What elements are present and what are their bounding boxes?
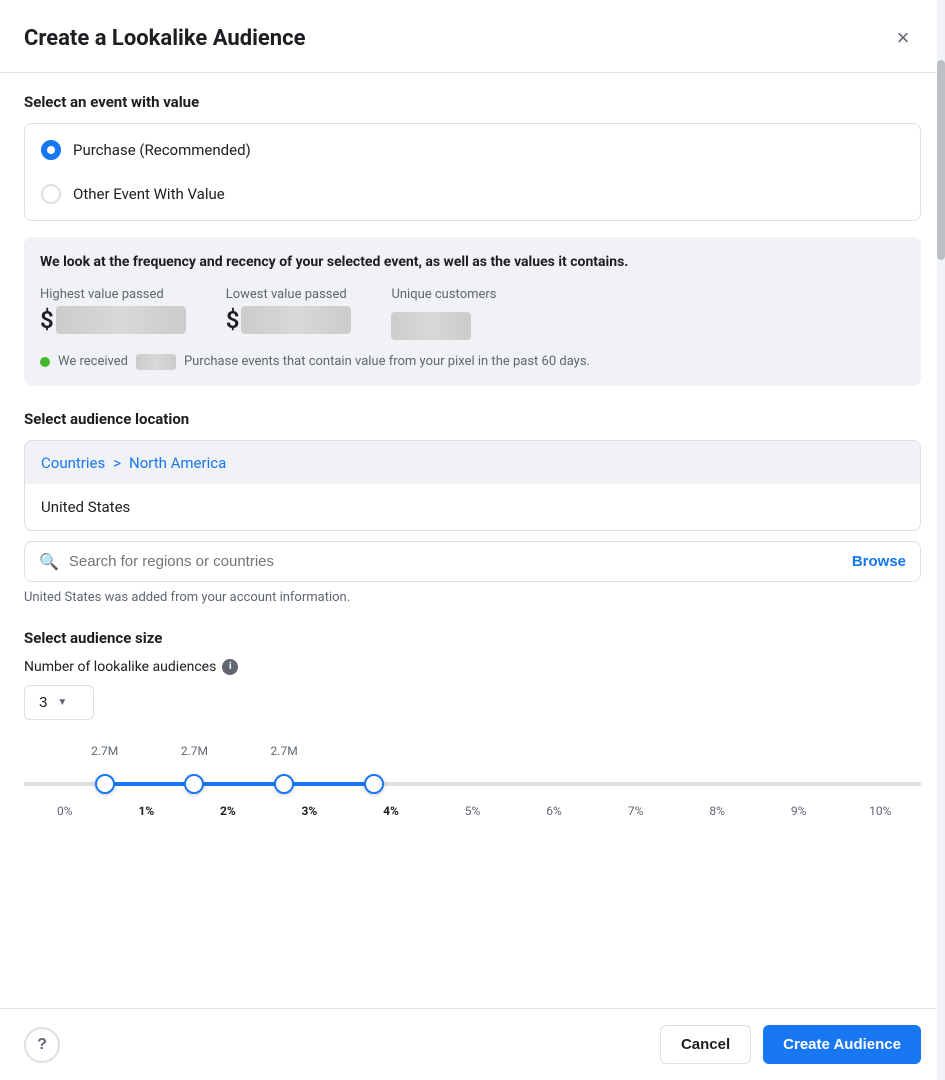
search-input[interactable] <box>69 553 852 570</box>
metrics-row: Highest value passed $ Lowest value pass… <box>40 287 905 340</box>
option-other[interactable]: Other Event With Value <box>25 172 920 216</box>
slider-thumb-4[interactable] <box>364 774 384 794</box>
search-icon: 🔍 <box>39 552 59 571</box>
location-note: United States was added from your accoun… <box>24 590 921 605</box>
option-purchase-label: Purchase (Recommended) <box>73 141 251 159</box>
modal-header: Create a Lookalike Audience × <box>0 0 945 73</box>
metric-unique: Unique customers <box>391 287 496 340</box>
search-row: 🔍 Browse <box>24 541 921 582</box>
blurred-lowest <box>241 306 351 334</box>
modal-body: Select an event with value Purchase (Rec… <box>0 73 945 1008</box>
green-dot-icon <box>40 357 50 367</box>
selected-country: United States <box>24 484 921 531</box>
chevron-down-icon: ▼ <box>57 697 67 708</box>
breadcrumb-countries[interactable]: Countries <box>41 454 105 472</box>
slider-top-labels: 2.7M 2.7M 2.7M <box>24 744 921 768</box>
pct-7: 7% <box>595 804 677 818</box>
location-section-title: Select audience location <box>24 410 921 428</box>
pct-6: 6% <box>513 804 595 818</box>
dropdown-value: 3 <box>39 694 47 711</box>
slider-track-fill <box>105 782 374 786</box>
size-section-title: Select audience size <box>24 629 921 647</box>
info-icon[interactable]: i <box>222 659 238 675</box>
footer-actions: Cancel Create Audience <box>660 1025 921 1064</box>
metric-unique-value <box>391 306 496 340</box>
slider-thumb-3[interactable] <box>274 774 294 794</box>
metric-highest-value: $ <box>40 306 186 334</box>
slider-section: 2.7M 2.7M 2.7M 0% 1% 2% <box>24 744 921 818</box>
modal-footer: ? Cancel Create Audience <box>0 1008 945 1080</box>
radio-other[interactable] <box>41 184 61 204</box>
pixel-note-prefix: We received <box>58 354 128 369</box>
close-button[interactable]: × <box>885 20 921 56</box>
pixel-note-suffix: Purchase events that contain value from … <box>184 354 590 369</box>
pct-9: 9% <box>758 804 840 818</box>
slider-thumb-1[interactable] <box>95 774 115 794</box>
metric-highest: Highest value passed $ <box>40 287 186 334</box>
slider-track-container <box>24 772 921 796</box>
cancel-button[interactable]: Cancel <box>660 1025 751 1064</box>
blurred-unique <box>391 312 471 340</box>
event-section-title: Select an event with value <box>24 93 921 111</box>
audience-count-dropdown[interactable]: 3 ▼ <box>24 685 94 720</box>
size-subtitle: Number of lookalike audiences i <box>24 659 921 675</box>
event-radio-group: Purchase (Recommended) Other Event With … <box>24 123 921 221</box>
event-info-box: We look at the frequency and recency of … <box>24 237 921 386</box>
metric-lowest-value: $ <box>226 306 352 334</box>
breadcrumb-separator: > <box>113 454 121 472</box>
location-section: Select audience location Countries > Nor… <box>24 410 921 605</box>
modal-title: Create a Lookalike Audience <box>24 26 305 51</box>
browse-button[interactable]: Browse <box>852 553 906 570</box>
info-box-title: We look at the frequency and recency of … <box>40 253 905 273</box>
slider-top-label-3: 2.7M <box>271 744 298 758</box>
blurred-highest <box>56 306 186 334</box>
metric-highest-label: Highest value passed <box>40 287 186 302</box>
option-other-label: Other Event With Value <box>73 185 225 203</box>
metric-lowest: Lowest value passed $ <box>226 287 352 334</box>
pct-5: 5% <box>432 804 514 818</box>
pct-10: 10% <box>839 804 921 818</box>
pct-1: 1% <box>106 804 188 818</box>
pct-4: 4% <box>350 804 432 818</box>
blurred-count <box>136 354 176 370</box>
metric-unique-label: Unique customers <box>391 287 496 302</box>
size-subtitle-text: Number of lookalike audiences <box>24 659 216 675</box>
pct-3: 3% <box>269 804 351 818</box>
pixel-info: We received Purchase events that contain… <box>40 354 905 370</box>
modal: Create a Lookalike Audience × Select an … <box>0 0 945 1080</box>
scrollbar-track <box>937 0 945 1080</box>
scrollbar-thumb[interactable] <box>937 60 945 260</box>
pct-2: 2% <box>187 804 269 818</box>
breadcrumb-region[interactable]: North America <box>129 454 226 472</box>
slider-top-label-2: 2.7M <box>181 744 208 758</box>
pct-0: 0% <box>24 804 106 818</box>
dollar-sign-lowest: $ <box>226 306 240 334</box>
radio-purchase[interactable] <box>41 140 61 160</box>
slider-top-label-1: 2.7M <box>91 744 118 758</box>
location-breadcrumb: Countries > North America <box>24 440 921 484</box>
metric-lowest-label: Lowest value passed <box>226 287 352 302</box>
slider-bottom-labels: 0% 1% 2% 3% 4% 5% 6% 7% 8% 9% 10% <box>24 804 921 818</box>
pct-8: 8% <box>676 804 758 818</box>
option-purchase[interactable]: Purchase (Recommended) <box>25 128 920 172</box>
help-button[interactable]: ? <box>24 1027 60 1063</box>
dollar-sign-highest: $ <box>40 306 54 334</box>
audience-size-section: Select audience size Number of lookalike… <box>24 629 921 818</box>
event-section: Select an event with value Purchase (Rec… <box>24 93 921 386</box>
help-icon: ? <box>37 1036 47 1054</box>
create-audience-button[interactable]: Create Audience <box>763 1025 921 1064</box>
slider-thumb-2[interactable] <box>184 774 204 794</box>
